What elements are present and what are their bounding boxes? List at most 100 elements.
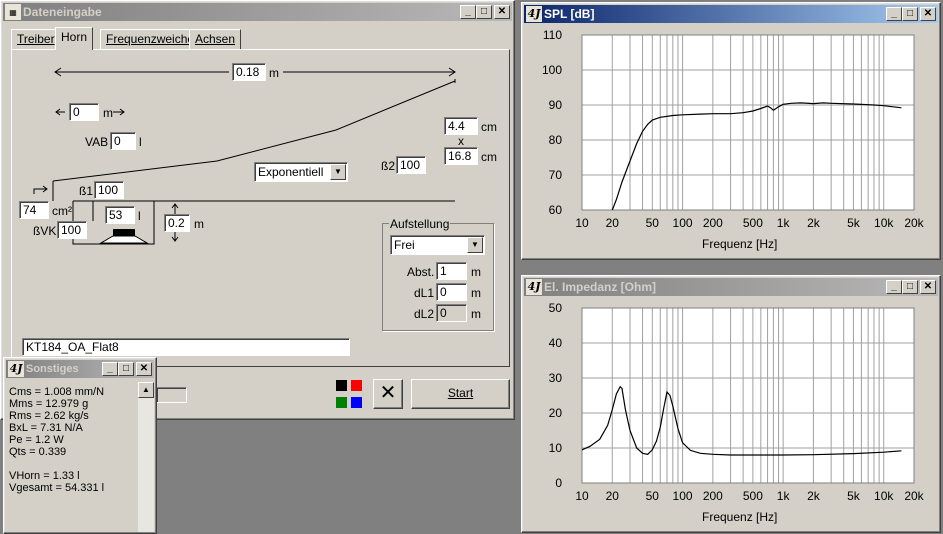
- window-title: Sonstiges: [26, 363, 79, 375]
- depth-field[interactable]: 0.2: [164, 214, 190, 232]
- color-black[interactable]: [336, 380, 347, 391]
- x-tick-label: 20: [606, 216, 620, 230]
- close-icon[interactable]: ✕: [494, 5, 510, 19]
- param-line: Vgesamt = 54.331 l: [9, 482, 105, 494]
- beta2-field[interactable]: 100: [396, 156, 426, 174]
- param-line: Cms = 1.008 mm/N: [9, 386, 105, 398]
- x-tick-label: 500: [743, 489, 763, 503]
- sonstiges-text: Cms = 1.008 mm/N Mms = 12.979 g Rms = 2.…: [9, 386, 137, 494]
- maximize-icon[interactable]: □: [902, 280, 918, 294]
- minimize-icon[interactable]: _: [886, 280, 902, 294]
- color-green[interactable]: [336, 397, 347, 408]
- progress-bar: [156, 387, 187, 403]
- dl2-unit: m: [471, 307, 481, 321]
- vab-label: VAB: [85, 135, 109, 149]
- x-tick-label: 20: [606, 489, 620, 503]
- dl2-field: 0: [436, 304, 467, 322]
- dateneingabe-titlebar[interactable]: ▦ Dateneingabe _ □ ✕: [3, 3, 512, 21]
- x-tick-label: 100: [673, 489, 693, 503]
- sonstiges-titlebar[interactable]: 4J Sonstiges _ □ ✕: [6, 360, 154, 378]
- param-line: Pe = 1.2 W: [9, 434, 64, 446]
- x-tick-label: 50: [646, 489, 660, 503]
- x-tick-label: 10: [575, 489, 589, 503]
- x-tick-label: 20k: [904, 489, 924, 503]
- impedance-chart: 5040302010010 20 50 100 200 500 1k 2k 5k 10k 20k: [549, 301, 925, 503]
- mouth-width-field[interactable]: 4.4: [444, 117, 478, 135]
- window-title: El. Impedanz [Ohm]: [544, 280, 657, 294]
- tab-treiber[interactable]: Treiber: [11, 29, 61, 49]
- param-line: BxL = 7.31 N/A: [9, 422, 83, 434]
- app-icon: ▦: [5, 4, 21, 20]
- app-icon: 4J: [526, 279, 542, 295]
- spl-window: 4J SPL [dB] _ □ ✕ 110 100 90 80 70 60 10 20 50 10…: [521, 2, 941, 260]
- close-icon[interactable]: ✕: [136, 362, 152, 376]
- spl-xlabel: Frequenz [Hz]: [702, 237, 778, 251]
- y-tick-label: 100: [542, 63, 562, 77]
- volume-unit: l: [138, 209, 141, 223]
- mouth-width-unit: cm: [481, 120, 497, 134]
- y-tick-label: 10: [549, 441, 563, 455]
- maximize-icon[interactable]: □: [476, 5, 492, 19]
- x-tick-label: 10k: [874, 489, 894, 503]
- y-tick-label: 40: [549, 336, 563, 350]
- beta1-field[interactable]: 100: [94, 181, 124, 199]
- start-button[interactable]: Start: [411, 379, 510, 409]
- plot-area: [582, 308, 914, 483]
- close-icon[interactable]: ✕: [920, 280, 936, 294]
- tab-achsen[interactable]: Achsen: [189, 29, 242, 49]
- vab-field[interactable]: 0: [110, 132, 136, 150]
- maximize-icon[interactable]: □: [902, 7, 918, 21]
- color-blue[interactable]: [351, 397, 362, 408]
- y-tick-label: 50: [549, 301, 563, 315]
- plot-area: [582, 35, 914, 210]
- times-sign: x: [458, 134, 464, 148]
- chevron-down-icon[interactable]: ▼: [330, 164, 346, 180]
- cancel-button[interactable]: ✕: [373, 379, 403, 409]
- flare-type-value: Exponentiell: [258, 165, 324, 179]
- tab-label: Horn: [61, 30, 88, 44]
- spl-chart: 110 100 90 80 70 60 10 20 50 100 200 500 1k 2k 5k 10k 20…: [542, 28, 925, 230]
- tab-horn[interactable]: Horn: [55, 27, 94, 50]
- mouth-height-field[interactable]: 16.8: [444, 147, 478, 165]
- abst-unit: m: [471, 265, 481, 279]
- flare-type-select[interactable]: Exponentiell ▼: [254, 162, 348, 182]
- tab-frequenzweiche[interactable]: Frequenzweiche: [100, 29, 201, 49]
- dl1-label: dL1: [414, 286, 435, 300]
- param-line: Rms = 2.62 kg/s: [9, 410, 89, 422]
- spl-titlebar[interactable]: 4J SPL [dB] _ □ ✕: [524, 5, 938, 23]
- color-red[interactable]: [351, 380, 362, 391]
- dl2-label: dL2: [414, 307, 435, 321]
- volume-field[interactable]: 53: [105, 206, 135, 224]
- y-tick-label: 90: [549, 98, 563, 112]
- minimize-icon[interactable]: _: [102, 362, 118, 376]
- impedance-titlebar[interactable]: 4J El. Impedanz [Ohm] _ □ ✕: [524, 278, 938, 296]
- filename-field[interactable]: KT184_OA_Flat8: [22, 338, 350, 356]
- y-tick-label: 70: [549, 168, 563, 182]
- abst-field[interactable]: 1: [436, 262, 467, 280]
- chevron-down-icon[interactable]: ▼: [467, 237, 483, 253]
- scroll-up-icon[interactable]: ▲: [138, 382, 154, 398]
- horn-length-field[interactable]: 0.18: [232, 63, 266, 81]
- mouth-height-unit: cm: [481, 150, 497, 164]
- impedance-window: 4J El. Impedanz [Ohm] _ □ ✕ 50 40 30 20 10 0 1…: [521, 275, 941, 533]
- minimize-icon[interactable]: _: [886, 7, 902, 21]
- dl1-field[interactable]: 0: [436, 283, 467, 301]
- x-tick-label: 200: [703, 489, 723, 503]
- minimize-icon[interactable]: _: [460, 5, 476, 19]
- dl1-unit: m: [471, 286, 481, 300]
- y-tick-label: 0: [555, 476, 562, 490]
- close-icon[interactable]: ✕: [920, 7, 936, 21]
- throat-area-field[interactable]: 74: [19, 201, 49, 219]
- betavk-field[interactable]: 100: [57, 221, 87, 239]
- tab-label: Achsen: [195, 32, 236, 46]
- offset-field[interactable]: 0: [69, 103, 99, 121]
- param-line: Qts = 0.339: [9, 446, 67, 458]
- scrollbar[interactable]: ▲: [138, 382, 154, 532]
- param-line: Mms = 12.979 g: [9, 398, 89, 410]
- tab-label: Treiber: [17, 32, 55, 46]
- x-tick-label: 1k: [777, 216, 791, 230]
- x-tick-label: 10k: [874, 216, 894, 230]
- depth-unit: m: [194, 217, 204, 231]
- maximize-icon[interactable]: □: [118, 362, 134, 376]
- aufstellung-select[interactable]: Frei ▼: [390, 235, 485, 255]
